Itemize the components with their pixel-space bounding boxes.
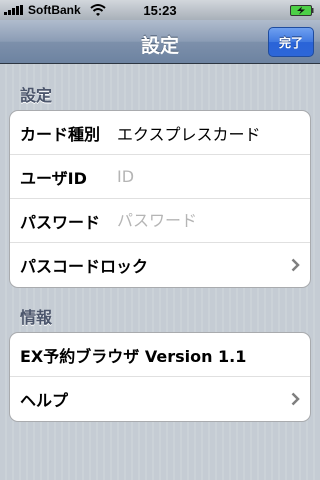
help-label: ヘルプ (20, 391, 69, 410)
version-row: EX予約ブラウザ Version 1.1 (10, 333, 310, 377)
done-button[interactable]: 完了 (268, 27, 314, 57)
card-type-label: カード種別 (20, 124, 101, 144)
version-label: EX予約ブラウザ Version 1.1 (20, 346, 247, 366)
password-row: パスワード (10, 199, 310, 243)
user-id-field[interactable] (117, 167, 297, 186)
battery-charging-icon (290, 5, 314, 16)
chevron-right-icon (291, 392, 300, 406)
navigation-bar: 設定 完了 (0, 20, 320, 64)
password-field[interactable] (117, 211, 297, 230)
section-header-settings: 設定 (20, 86, 53, 105)
card-type-value: エクスプレスカード (117, 124, 261, 144)
status-bar: SoftBank 15:23 (0, 0, 320, 20)
settings-group: カード種別 エクスプレスカード ユーザID パスワード パスコードロック (9, 110, 311, 288)
user-id-row: ユーザID (10, 155, 310, 199)
passcode-lock-label: パスコードロック (20, 257, 149, 276)
status-time: 15:23 (143, 3, 177, 18)
password-label: パスワード (20, 212, 101, 232)
chevron-right-icon (291, 258, 300, 272)
section-header-info: 情報 (20, 308, 53, 327)
info-group: EX予約ブラウザ Version 1.1 ヘルプ (9, 332, 311, 422)
user-id-label: ユーザID (20, 168, 87, 188)
passcode-lock-row[interactable]: パスコードロック (10, 243, 310, 287)
help-row[interactable]: ヘルプ (10, 377, 310, 421)
card-type-row[interactable]: カード種別 エクスプレスカード (10, 111, 310, 155)
